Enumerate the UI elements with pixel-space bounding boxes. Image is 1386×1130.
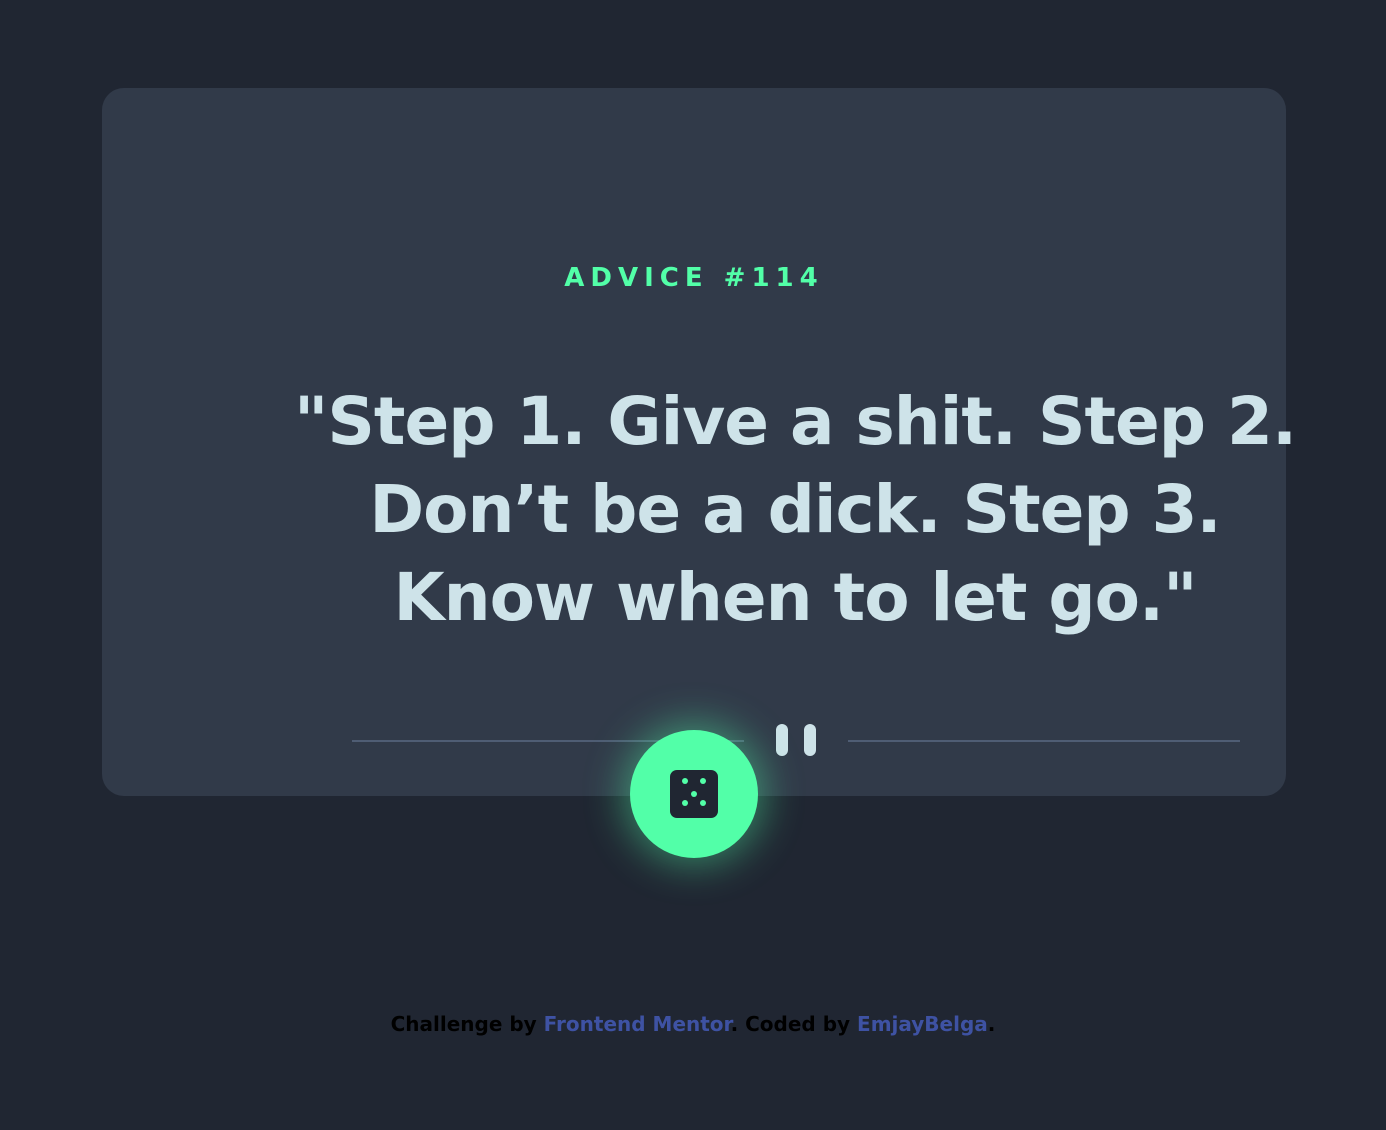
dice-dot [682,800,688,806]
dice-dot [682,778,688,784]
attribution-suffix: . [987,1012,996,1036]
frontend-mentor-link[interactable]: Frontend Mentor [544,1012,731,1036]
dice-dot [700,778,706,784]
new-advice-button[interactable] [630,730,758,858]
advice-card: ADVICE #114 "Step 1. Give a shit. Step 2… [102,88,1297,796]
author-link[interactable]: EmjayBelga [857,1012,988,1036]
advice-quote: "Step 1. Give a shit. Step 2. Don’t be a… [293,383,1297,636]
dice-icon [670,770,718,818]
dice-dot [700,800,706,806]
dice-dot [691,791,697,797]
attribution-prefix: Challenge by [390,1012,544,1036]
pause-icon [776,724,816,756]
pause-bar-left [776,724,788,756]
attribution-middle: . Coded by [730,1012,858,1036]
pause-bar-right [804,724,816,756]
divider-line-right [848,740,1240,742]
attribution: Challenge by Frontend Mentor. Coded by E… [0,1010,1386,1038]
advice-id-label: ADVICE #114 [564,263,824,293]
divider [352,724,1240,756]
